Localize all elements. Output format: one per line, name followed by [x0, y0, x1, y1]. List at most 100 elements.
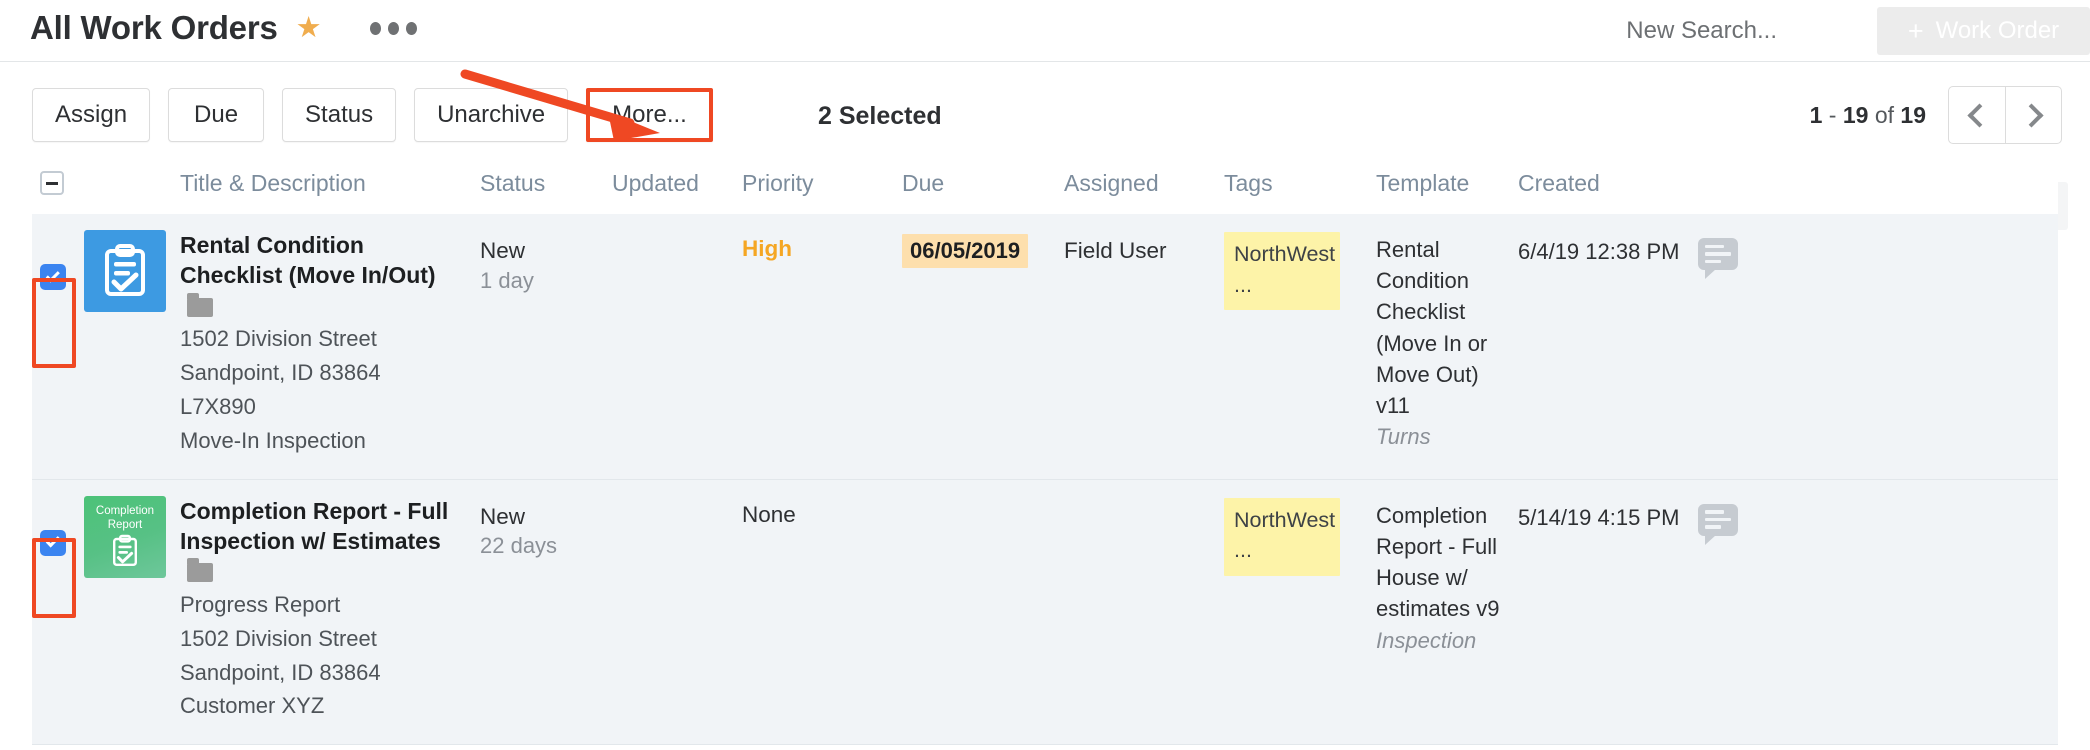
row-checkbox[interactable]	[40, 530, 66, 556]
add-work-order-label: Work Order	[1936, 17, 2060, 45]
priority-value: High	[742, 230, 902, 262]
chevron-left-icon	[1967, 103, 1991, 127]
range-separator: -	[1829, 102, 1837, 128]
ellipsis-icon[interactable]	[370, 22, 417, 35]
column-header-due[interactable]: Due	[902, 170, 1064, 197]
work-order-description-line: Customer XYZ	[180, 690, 466, 722]
work-order-description-line: Sandpoint, ID 83864	[180, 657, 466, 689]
page-header: All Work Orders ★ New Search... + Work O…	[0, 0, 2090, 62]
selected-count-label: 2 Selected	[818, 102, 942, 131]
bulk-action-toolbar: Assign Due Status Unarchive More... 2 Se…	[0, 62, 2090, 152]
row-select-cell[interactable]	[32, 230, 84, 290]
row-comment-cell[interactable]	[1698, 230, 1818, 270]
template-category: Inspection	[1376, 625, 1518, 656]
range-of: of	[1875, 102, 1894, 128]
status-age: 1 day	[480, 266, 612, 297]
template-name: Completion Report - Full House w/ estima…	[1376, 496, 1518, 625]
column-header-status[interactable]: Status	[480, 170, 612, 197]
tag-label: NorthWest	[1234, 242, 1335, 266]
column-header-title[interactable]: Title & Description	[180, 170, 480, 197]
row-template-cell: Completion Report - Full House w/ estima…	[1376, 496, 1518, 656]
tag-label: NorthWest	[1234, 508, 1335, 532]
column-header-tags[interactable]: Tags	[1224, 170, 1376, 197]
row-select-cell[interactable]	[32, 496, 84, 556]
due-button[interactable]: Due	[168, 88, 264, 142]
assigned-value	[1064, 496, 1224, 502]
work-order-title[interactable]: Completion Report - Full Inspection w/ E…	[180, 496, 466, 587]
row-tags-cell: NorthWest ...	[1224, 230, 1376, 310]
row-due-cell	[902, 496, 1064, 502]
comment-line	[1705, 510, 1724, 514]
created-value: 6/4/19 12:38 PM	[1518, 230, 1698, 267]
work-order-description-line: 1502 Division Street	[180, 323, 466, 355]
row-comment-cell[interactable]	[1698, 496, 1818, 536]
work-order-title[interactable]: Rental Condition Checklist (Move In/Out)	[180, 230, 466, 321]
tag-overflow: ...	[1234, 273, 1252, 297]
row-priority-cell: High	[742, 230, 902, 262]
folder-icon	[187, 563, 213, 582]
row-template-cell: Rental Condition Checklist (Move In or M…	[1376, 230, 1518, 453]
row-updated-cell	[612, 496, 742, 502]
pagination-buttons	[1948, 86, 2062, 144]
tag-badge: NorthWest ...	[1224, 232, 1340, 310]
due-date-value	[902, 496, 1064, 502]
select-all-checkbox[interactable]	[40, 171, 64, 195]
row-tags-cell: NorthWest ...	[1224, 496, 1376, 576]
work-order-title-text: Rental Condition Checklist (Move In/Out)	[180, 232, 436, 288]
column-header-priority[interactable]: Priority	[742, 170, 902, 197]
completion-report-icon: Completion Report	[84, 496, 166, 578]
status-button[interactable]: Status	[282, 88, 396, 142]
table-row[interactable]: Rental Condition Checklist (Move In/Out)…	[32, 214, 2058, 480]
tag-badge: NorthWest ...	[1224, 498, 1340, 576]
range-end: 19	[1843, 102, 1869, 128]
select-all-cell[interactable]	[32, 171, 84, 195]
work-order-description-line: Sandpoint, ID 83864	[180, 357, 466, 389]
thumbnail-label: Completion Report	[84, 505, 166, 531]
row-created-cell: 6/4/19 12:38 PM	[1518, 230, 1698, 267]
check-icon	[45, 533, 59, 547]
updated-value	[612, 230, 742, 236]
add-work-order-button[interactable]: + Work Order	[1877, 7, 2090, 55]
ellipsis-dot	[370, 22, 381, 35]
status-value: New	[480, 496, 612, 532]
row-thumbnail-cell	[84, 230, 180, 312]
range-start: 1	[1810, 102, 1823, 128]
due-date-badge: 06/05/2019	[902, 234, 1028, 268]
next-page-button[interactable]	[2005, 87, 2061, 143]
work-order-description-line: 1502 Division Street	[180, 623, 466, 655]
comment-icon[interactable]	[1698, 238, 1738, 270]
range-total: 19	[1900, 102, 1926, 128]
row-status-cell: New 1 day	[480, 230, 612, 296]
column-header-template[interactable]: Template	[1376, 170, 1518, 197]
work-order-description-line: Progress Report	[180, 589, 466, 621]
more-button[interactable]: More...	[586, 88, 713, 142]
header-actions: New Search... + Work Order	[1626, 0, 2090, 62]
title-zone: All Work Orders ★	[30, 2, 417, 54]
comment-line	[1705, 252, 1731, 256]
star-icon[interactable]: ★	[296, 14, 322, 43]
created-value: 5/14/19 4:15 PM	[1518, 496, 1698, 533]
column-header-updated[interactable]: Updated	[612, 170, 742, 197]
bulk-action-buttons: Assign Due Status Unarchive More...	[32, 88, 713, 142]
plus-icon: +	[1908, 18, 1924, 45]
comment-line	[1705, 245, 1724, 249]
folder-icon	[187, 298, 213, 317]
row-title-cell[interactable]: Completion Report - Full Inspection w/ E…	[180, 496, 480, 723]
work-order-title-text: Completion Report - Full Inspection w/ E…	[180, 498, 448, 554]
new-search-link[interactable]: New Search...	[1626, 17, 1777, 45]
ellipsis-dot	[406, 22, 417, 35]
row-checkbox[interactable]	[40, 264, 66, 290]
row-title-cell[interactable]: Rental Condition Checklist (Move In/Out)…	[180, 230, 480, 457]
work-orders-page: All Work Orders ★ New Search... + Work O…	[0, 0, 2090, 750]
pagination-range: 1 - 19 of 19	[1810, 102, 1926, 129]
updated-value	[612, 496, 742, 502]
table-row[interactable]: Completion Report Completion Report - Fu…	[32, 480, 2058, 746]
column-header-assigned[interactable]: Assigned	[1064, 170, 1224, 197]
column-header-created[interactable]: Created	[1518, 170, 1698, 197]
page-title: All Work Orders	[30, 9, 278, 47]
comment-icon[interactable]	[1698, 504, 1738, 536]
prev-page-button[interactable]	[1949, 87, 2005, 143]
row-status-cell: New 22 days	[480, 496, 612, 562]
assign-button[interactable]: Assign	[32, 88, 150, 142]
unarchive-button[interactable]: Unarchive	[414, 88, 568, 142]
